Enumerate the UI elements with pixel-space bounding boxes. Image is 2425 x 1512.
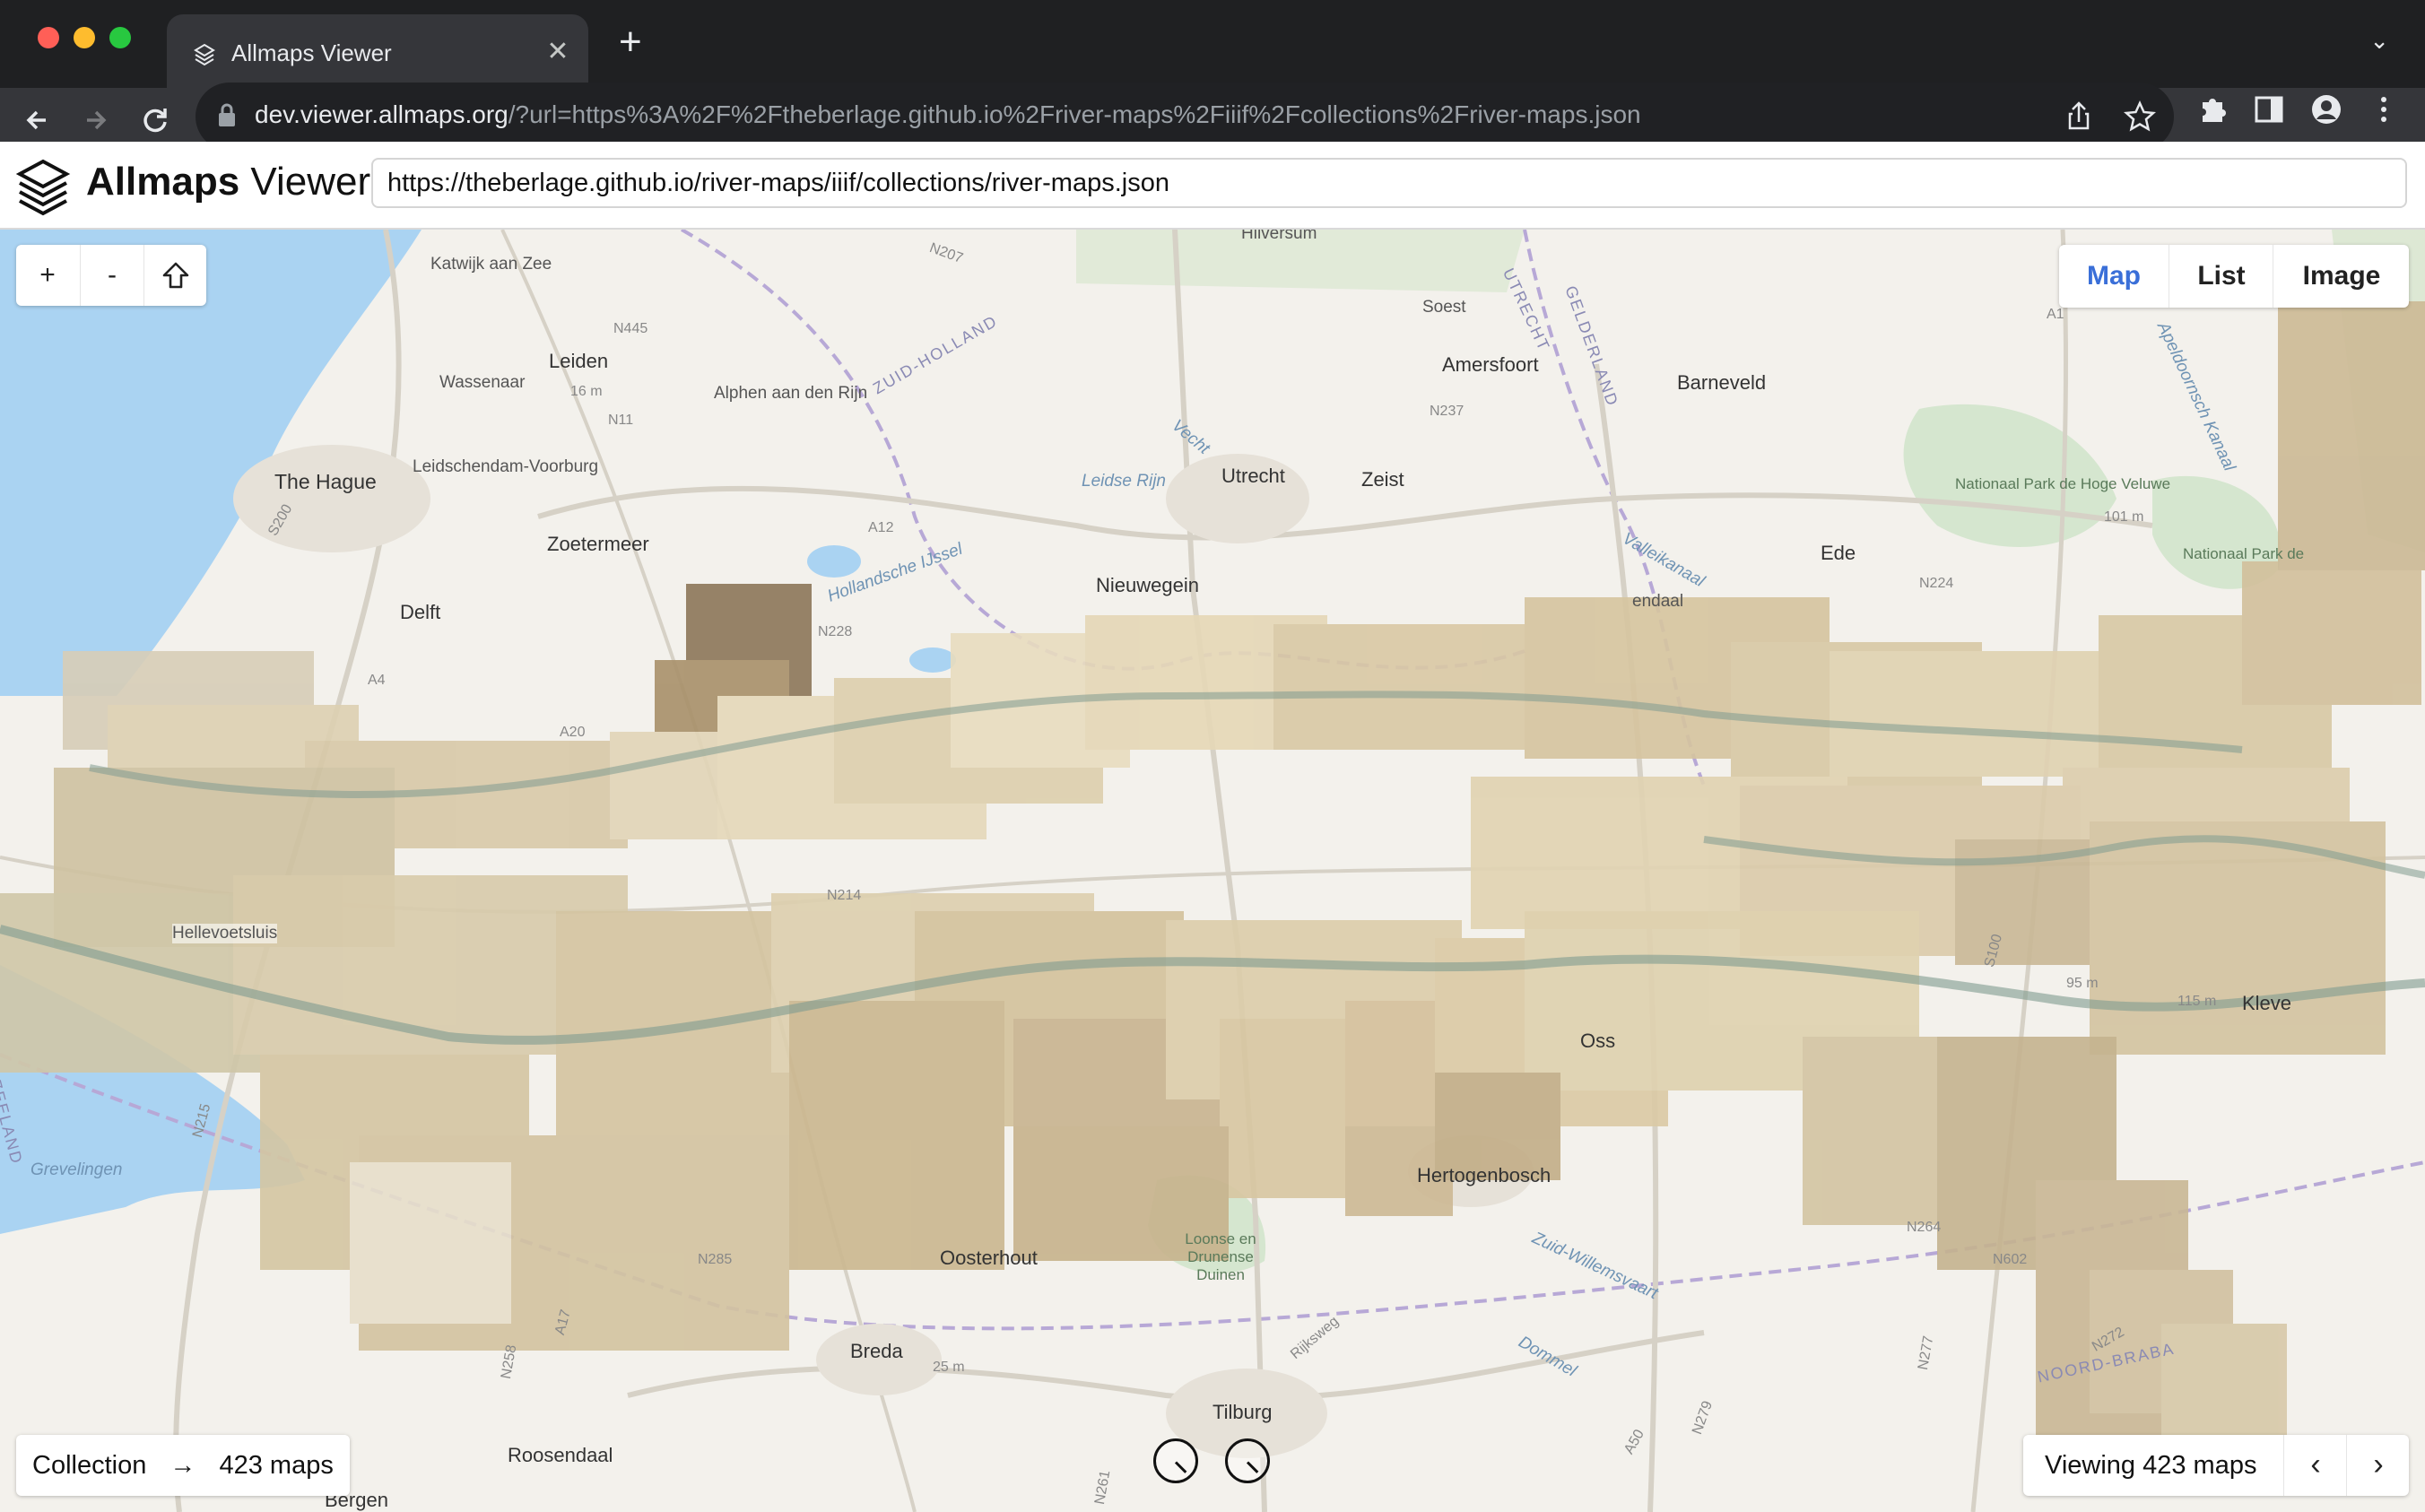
new-tab-button[interactable]: + <box>619 20 642 65</box>
allmaps-logo-icon <box>15 159 71 216</box>
reload-icon[interactable] <box>133 100 178 140</box>
label-veenendaal: endaal <box>1632 592 1684 611</box>
home-button[interactable] <box>143 245 207 306</box>
label-wassenaar: Wassenaar <box>439 373 526 392</box>
label-tilburg: Tilburg <box>1212 1401 1273 1423</box>
label-elevation-16m: 16 m <box>570 384 603 399</box>
label-road-n285: N285 <box>698 1252 733 1267</box>
label-leidschendam: Leidschendam-Voorburg <box>413 457 599 476</box>
label-road-n224: N224 <box>1919 576 1954 591</box>
maximize-window-button[interactable] <box>109 27 131 48</box>
collection-count: 423 maps <box>219 1451 334 1480</box>
lock-icon <box>219 103 235 126</box>
label-road-n228: N228 <box>818 624 853 639</box>
arrow-right-icon: → <box>169 1451 196 1480</box>
label-delft: Delft <box>400 601 441 623</box>
label-road-n214: N214 <box>827 888 862 903</box>
map-canvas[interactable]: Katwijk aan Zee Hilversum GELDERLAND UTR… <box>0 230 2425 1512</box>
label-soest: Soest <box>1422 298 1466 317</box>
label-elevation-25m: 25 m <box>933 1360 965 1375</box>
label-loonse-duinen: Loonse en Drunense Duinen <box>1185 1230 1256 1283</box>
label-oosterhout: Oosterhout <box>940 1247 1038 1269</box>
tab-title: Allmaps Viewer <box>231 39 392 66</box>
viewing-count: Viewing 423 maps <box>2045 1451 2257 1480</box>
iiif-url-input[interactable] <box>371 158 2407 208</box>
zoom-controls: + - <box>16 245 206 306</box>
label-road-n237: N237 <box>1430 404 1465 419</box>
label-katwijk: Katwijk aan Zee <box>430 255 552 274</box>
label-road-a1: A1 <box>2047 307 2064 322</box>
label-nieuwegein: Nieuwegein <box>1096 574 1199 596</box>
address-bar[interactable]: dev.viewer.allmaps.org/?url=https%3A%2F%… <box>196 83 2174 151</box>
label-hilversum: Hilversum <box>1241 230 1317 243</box>
tab-image[interactable]: Image <box>2273 245 2410 308</box>
label-roosendaal: Roosendaal <box>508 1444 613 1466</box>
label-park-veluwe-2: Nationaal Park de <box>2183 545 2305 562</box>
sidebar-icon[interactable] <box>2249 90 2289 129</box>
zoom-out-button[interactable]: - <box>80 245 143 306</box>
app-brand: Allmaps Viewer <box>86 160 370 204</box>
label-kleve: Kleve <box>2242 992 2292 1014</box>
label-park-hoge-veluwe: Nationaal Park de Hoge Veluwe <box>1955 475 2171 492</box>
label-grevelingen: Grevelingen <box>30 1160 123 1179</box>
home-arrow-icon <box>162 262 189 289</box>
url-path: /?url=https%3A%2F%2Ftheberlage.github.io… <box>508 100 1641 128</box>
extensions-icon[interactable] <box>2194 90 2233 129</box>
close-window-button[interactable] <box>38 27 59 48</box>
collection-label: Collection <box>32 1451 147 1480</box>
viewing-status: Viewing 423 maps ‹ › <box>2023 1435 2409 1496</box>
url-host: dev.viewer.allmaps.org <box>255 100 508 128</box>
minimize-window-button[interactable] <box>74 27 95 48</box>
tab-search-chevron-icon[interactable]: ⌄ <box>2369 27 2389 55</box>
back-icon[interactable] <box>16 100 61 140</box>
collection-breadcrumb[interactable]: Collection → 423 maps <box>16 1435 350 1496</box>
loading-spinner-icon <box>1225 1438 1270 1483</box>
label-elevation-95m: 95 m <box>2066 976 2099 991</box>
label-ede: Ede <box>1821 542 1856 564</box>
label-breda: Breda <box>850 1340 903 1362</box>
label-zoetermeer: Zoetermeer <box>547 533 649 555</box>
label-hertogenbosch: Hertogenbosch <box>1417 1164 1551 1186</box>
label-oss: Oss <box>1580 1030 1616 1052</box>
label-amersfoort: Amersfoort <box>1442 353 1539 376</box>
tab-close-icon[interactable]: ✕ <box>543 36 572 67</box>
label-road-a12: A12 <box>868 520 894 535</box>
browser-tab[interactable]: Allmaps Viewer ✕ <box>167 14 588 88</box>
label-road-n445: N445 <box>613 321 648 336</box>
brand-name: Allmaps <box>86 160 240 204</box>
tab-list[interactable]: List <box>2169 245 2273 308</box>
allmaps-favicon-icon <box>194 43 215 66</box>
label-road-n264: N264 <box>1907 1220 1942 1235</box>
label-elevation-101m: 101 m <box>2104 509 2144 525</box>
previous-map-button[interactable]: ‹ <box>2283 1435 2347 1496</box>
next-map-button[interactable]: › <box>2346 1435 2410 1496</box>
label-zeist: Zeist <box>1361 468 1404 491</box>
view-mode-toggle: Map List Image <box>2059 245 2409 308</box>
menu-icon[interactable] <box>2364 90 2403 129</box>
app-header: Allmaps Viewer <box>0 142 2425 230</box>
profile-icon[interactable] <box>2307 90 2346 129</box>
basemap[interactable] <box>0 230 2425 1512</box>
address-url[interactable]: dev.viewer.allmaps.org/?url=https%3A%2F%… <box>255 100 1641 129</box>
label-hellevoetsluis: Hellevoetsluis <box>172 924 278 943</box>
label-barneveld: Barneveld <box>1677 371 1767 394</box>
loading-spinner-icon <box>1153 1438 1198 1483</box>
label-road-a20: A20 <box>560 725 586 740</box>
label-utrecht: Utrecht <box>1221 465 1285 487</box>
tab-map[interactable]: Map <box>2059 245 2169 308</box>
label-the-hague: The Hague <box>274 470 377 493</box>
bookmark-star-icon[interactable] <box>2122 99 2158 135</box>
browser-tab-bar: Allmaps Viewer ✕ + ⌄ <box>0 0 2425 88</box>
zoom-in-button[interactable]: + <box>16 245 79 306</box>
label-leidse-rijn: Leidse Rijn <box>1082 472 1166 491</box>
label-road-n11: N11 <box>608 413 634 428</box>
forward-icon[interactable] <box>74 100 118 140</box>
label-leiden: Leiden <box>549 350 609 372</box>
label-road-a4: A4 <box>368 673 386 688</box>
share-icon[interactable] <box>2061 99 2097 135</box>
brand-suffix: Viewer <box>250 160 371 204</box>
label-road-n602: N602 <box>1993 1252 2028 1267</box>
label-elevation-115m: 115 m <box>2177 994 2217 1009</box>
label-alphen: Alphen aan den Rijn <box>714 384 868 403</box>
